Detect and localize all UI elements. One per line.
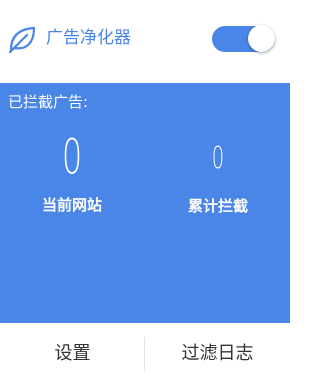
stats-panel: 已拦截广告: 0 当前网站 0 累计拦截	[0, 83, 290, 323]
footer: 设置 过滤日志	[0, 323, 290, 385]
header: 广告净化器	[0, 0, 290, 83]
leaf-icon	[8, 26, 36, 54]
current-site-count: 0	[61, 130, 83, 186]
toggle-knob	[248, 25, 275, 52]
total-blocked-label: 累计拦截	[187, 197, 248, 215]
total-blocked-stat: 0 累计拦截	[158, 127, 278, 216]
current-site-stat: 0 当前网站	[12, 127, 132, 215]
stats-heading: 已拦截广告:	[8, 93, 89, 111]
total-blocked-count: 0	[211, 141, 225, 176]
settings-button[interactable]: 设置	[0, 323, 145, 385]
current-site-label: 当前网站	[41, 196, 102, 214]
app-title: 广告净化器	[46, 28, 131, 48]
enable-toggle[interactable]	[212, 25, 275, 52]
filter-log-button[interactable]: 过滤日志	[145, 323, 290, 385]
